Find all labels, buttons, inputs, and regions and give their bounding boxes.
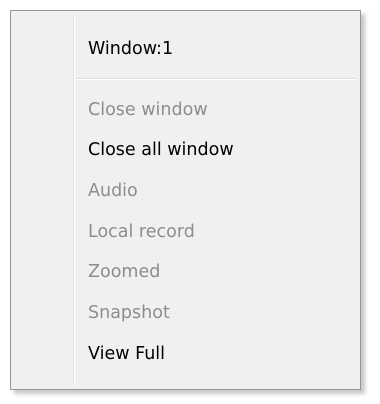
menu-item-snapshot: Snapshot [88, 303, 170, 323]
menu-item-view-full[interactable]: View Full [88, 338, 165, 370]
menu-item-close-all-window[interactable]: Close all window [88, 134, 234, 166]
menu-separator [77, 78, 357, 80]
menu-item-window-1[interactable]: Window:1 [88, 33, 173, 65]
menu-item-close-window: Close window [88, 100, 208, 120]
menu-item-audio: Audio [88, 181, 138, 201]
gutter-divider [73, 14, 75, 386]
context-menu: Window:1 Close window Close all window A… [10, 10, 361, 390]
menu-item-zoomed: Zoomed [88, 262, 161, 282]
menu-item-local-record: Local record [88, 222, 195, 242]
menu-icon-gutter [11, 11, 71, 389]
